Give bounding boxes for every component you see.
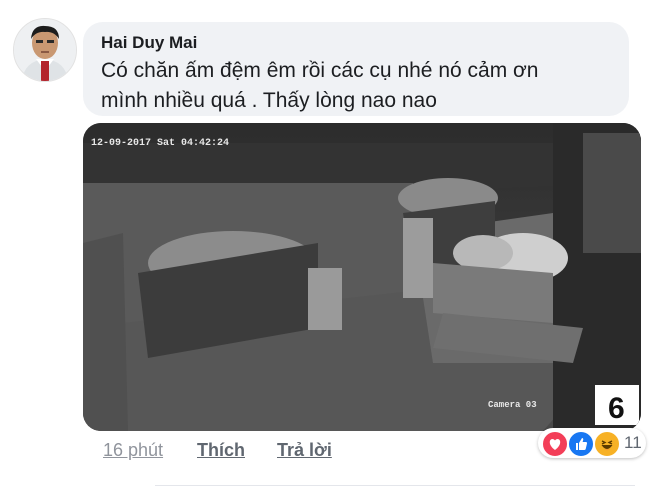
heart-icon [542, 431, 568, 457]
comment-text: Có chăn ấm đệm êm rồi các cụ nhé nó cảm … [101, 56, 611, 116]
comment-photo[interactable]: 12-09-2017 Sat 04:42:24 Camera 03 6 [83, 123, 641, 431]
divider [155, 485, 635, 486]
reaction-count: 11 [624, 433, 642, 452]
overlay-number: 6 [608, 392, 625, 425]
comment-text-line-2: mình nhiều quá . Thấy lòng nao nao [101, 89, 437, 112]
reactions-summary[interactable]: 11 [538, 428, 646, 458]
cctv-image: 12-09-2017 Sat 04:42:24 Camera 03 6 [83, 123, 641, 431]
comment-timestamp[interactable]: 16 phút [103, 440, 163, 461]
comment-bubble: Hai Duy Mai Có chăn ấm đệm êm rồi các cụ… [83, 22, 629, 116]
comment-author[interactable]: Hai Duy Mai [101, 32, 611, 54]
haha-icon [594, 431, 620, 457]
comment-text-line-1: Có chăn ấm đệm êm rồi các cụ nhé nó cảm … [101, 59, 539, 82]
reply-link[interactable]: Trả lời [277, 440, 332, 461]
avatar[interactable] [13, 18, 77, 82]
avatar-photo [14, 19, 76, 81]
thumbs-up-icon [568, 431, 594, 457]
cctv-camera-label: Camera 03 [488, 400, 537, 410]
cctv-timestamp: 12-09-2017 Sat 04:42:24 [91, 138, 229, 149]
like-link[interactable]: Thích [197, 440, 245, 461]
